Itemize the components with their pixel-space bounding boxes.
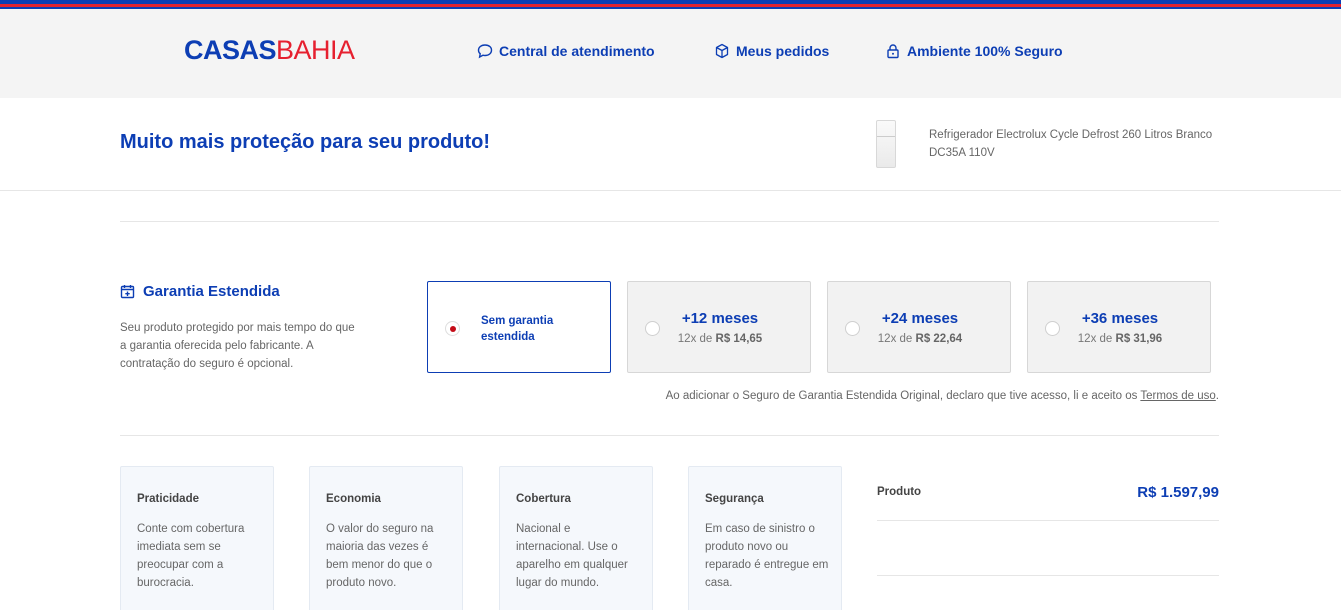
warranty-description: Seu produto protegido por mais tempo do … xyxy=(120,322,355,370)
warranty-option-none[interactable]: Sem garantia estendida xyxy=(427,281,611,373)
warranty-option-12[interactable]: +12 meses 12x de R$ 14,65 xyxy=(627,281,811,373)
customer-service-link[interactable]: Central de atendimento xyxy=(477,43,655,59)
padlock-icon xyxy=(887,44,899,59)
benefit-text: Conte com cobertura imediata sem se preo… xyxy=(137,523,245,589)
site-header: CASASBAHIA Central de atendimento Meus p… xyxy=(0,9,1341,98)
benefit-text: Em caso de sinistro o produto novo ou re… xyxy=(705,523,829,589)
logo-bahia: BAHIA xyxy=(276,35,355,65)
benefit-title: Cobertura xyxy=(516,493,571,505)
page-title: Muito mais proteção para seu produto! xyxy=(120,131,491,153)
benefit-text: Nacional e internacional. Use o aparelho… xyxy=(516,523,628,589)
option-label: Sem garantia estendida xyxy=(481,315,554,343)
benefit-card: Economia O valor do seguro na maioria da… xyxy=(309,466,463,610)
product-subheader: Muito mais proteção para seu produto! Re… xyxy=(0,98,1341,191)
option-months: +36 meses xyxy=(1081,310,1159,327)
chat-bubble-icon xyxy=(477,44,493,59)
package-box-icon xyxy=(715,43,729,59)
refrigerator-icon xyxy=(876,120,896,168)
terms-of-use-link[interactable]: Termos de uso xyxy=(1140,390,1215,402)
summary-product-price: R$ 1.597,99 xyxy=(1137,484,1219,501)
terms-notice: Ao adicionar o Seguro de Garantia Estend… xyxy=(665,390,1219,402)
calendar-plus-icon xyxy=(120,285,135,299)
option-months: +24 meses xyxy=(881,310,959,327)
summary-divider xyxy=(877,520,1219,521)
logo-casas: CASAS xyxy=(184,35,277,65)
benefit-title: Praticidade xyxy=(137,493,199,505)
brand-top-stripe xyxy=(0,0,1341,9)
benefit-card: Praticidade Conte com cobertura imediata… xyxy=(120,466,274,610)
my-orders-label: Meus pedidos xyxy=(736,43,830,59)
my-orders-link[interactable]: Meus pedidos xyxy=(714,43,829,59)
option-installment: 12x de R$ 31,96 xyxy=(1077,333,1163,345)
product-name: Refrigerador Electrolux Cycle Defrost 26… xyxy=(929,129,1213,159)
benefit-title: Economia xyxy=(326,493,381,505)
benefit-card: Cobertura Nacional e internacional. Use … xyxy=(499,466,653,610)
warranty-section-title: Garantia Estendida xyxy=(120,283,280,300)
warranty-option-24[interactable]: +24 meses 12x de R$ 22,64 xyxy=(827,281,1011,373)
secure-environment-link[interactable]: Ambiente 100% Seguro xyxy=(885,43,1063,59)
option-installment: 12x de R$ 14,65 xyxy=(677,333,763,345)
benefit-text: O valor do seguro na maioria das vezes é… xyxy=(326,523,434,589)
summary-divider xyxy=(877,575,1219,576)
benefit-card: Segurança Em caso de sinistro o produto … xyxy=(688,466,842,610)
warranty-option-36[interactable]: +36 meses 12x de R$ 31,96 xyxy=(1027,281,1211,373)
divider xyxy=(120,435,1219,436)
customer-service-label: Central de atendimento xyxy=(499,43,655,59)
option-months: +12 meses xyxy=(681,310,759,327)
summary-product-label: Produto xyxy=(877,486,922,498)
divider xyxy=(120,221,1219,222)
secure-environment-label: Ambiente 100% Seguro xyxy=(907,43,1063,59)
warranty-title-text: Garantia Estendida xyxy=(143,283,280,300)
casasbahia-logo[interactable]: CASASBAHIA xyxy=(184,35,355,66)
option-installment: 12x de R$ 22,64 xyxy=(877,333,963,345)
benefit-title: Segurança xyxy=(705,493,764,505)
radio-button-selected[interactable] xyxy=(445,321,460,336)
